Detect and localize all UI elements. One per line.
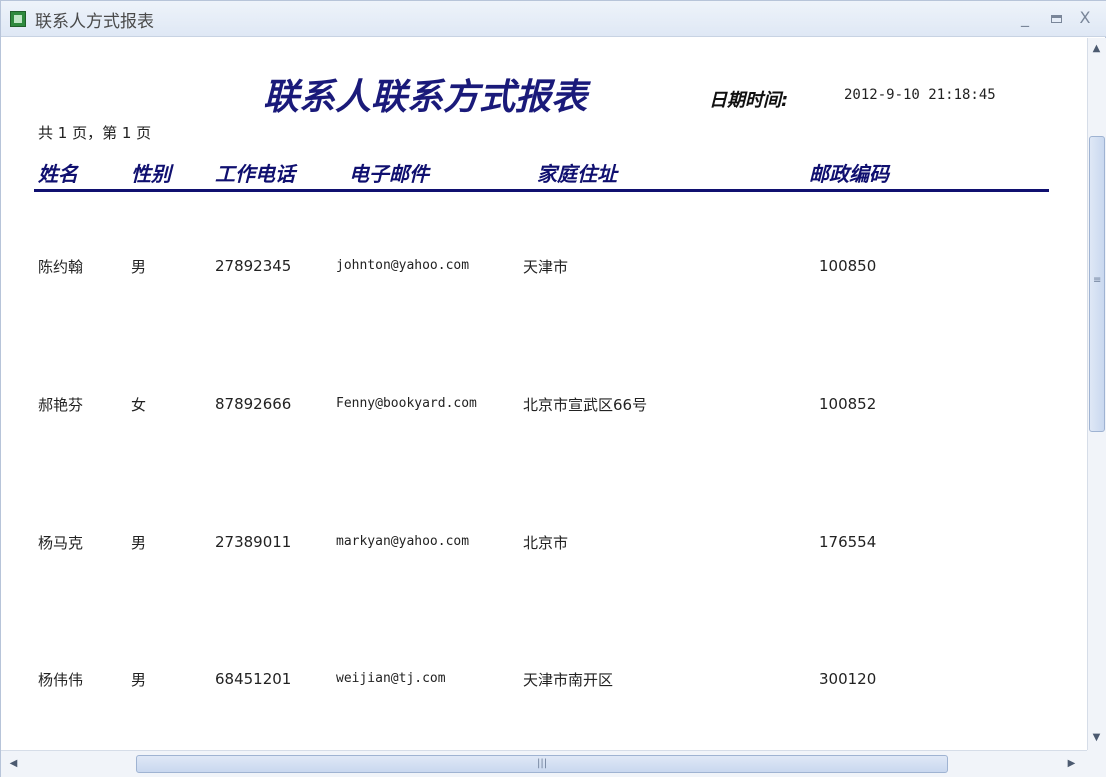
cell-phone: 68451201 <box>215 670 292 688</box>
window-title: 联系人方式报表 <box>35 12 154 32</box>
column-header-phone: 工作电话 <box>215 162 295 186</box>
minimize-button[interactable]: _ <box>1013 7 1037 29</box>
arrow-down-icon[interactable]: ▼ <box>1088 729 1105 746</box>
cell-phone: 27389011 <box>215 533 292 551</box>
report-window: 联系人方式报表 _ X 联系人联系方式报表 日期时间: 2012-9-10 21… <box>0 0 1106 777</box>
cell-zip: 100850 <box>819 257 877 275</box>
cell-phone: 27892345 <box>215 257 292 275</box>
column-header-email: 电子邮件 <box>349 162 429 186</box>
datetime-label: 日期时间: <box>709 90 789 111</box>
cell-zip: 176554 <box>819 533 877 551</box>
vertical-scrollbar[interactable]: ▲ ≡ ▼ <box>1087 38 1106 750</box>
cell-email: weijian@tj.com <box>336 671 446 686</box>
cell-name: 郝艳芬 <box>38 396 84 414</box>
cell-name: 杨伟伟 <box>38 671 84 689</box>
cell-zip: 300120 <box>819 670 877 688</box>
vertical-scroll-thumb[interactable]: ≡ <box>1089 136 1105 432</box>
datetime-value: 2012-9-10 21:18:45 <box>844 87 996 103</box>
cell-address: 天津市南开区 <box>523 671 614 689</box>
cell-phone: 87892666 <box>215 395 292 413</box>
close-button[interactable]: X <box>1073 7 1097 29</box>
cell-name: 杨马克 <box>38 534 84 552</box>
maximize-icon <box>1050 15 1062 23</box>
maximize-button[interactable] <box>1044 7 1068 29</box>
arrow-left-icon[interactable]: ◀ <box>5 755 22 772</box>
cell-gender: 女 <box>131 396 147 414</box>
arrow-up-icon[interactable]: ▲ <box>1088 40 1105 57</box>
cell-address: 北京市 <box>523 534 569 552</box>
grip-icon: ≡ <box>1093 275 1102 286</box>
cell-address: 北京市宣武区66号 <box>523 396 648 414</box>
cell-zip: 100852 <box>819 395 877 413</box>
cell-gender: 男 <box>131 534 147 552</box>
cell-email: Fenny@bookyard.com <box>336 396 477 411</box>
report-app-icon <box>10 11 26 27</box>
cell-gender: 男 <box>131 671 147 689</box>
column-header-gender: 性别 <box>131 162 171 186</box>
scroll-corner <box>1087 750 1106 777</box>
header-rule <box>34 189 1049 192</box>
cell-email: johnton@yahoo.com <box>336 258 470 273</box>
cell-email: markyan@yahoo.com <box>336 534 470 549</box>
arrow-right-icon[interactable]: ▶ <box>1063 755 1080 772</box>
column-header-name: 姓名 <box>38 162 78 186</box>
title-bar[interactable]: 联系人方式报表 _ X <box>1 1 1106 37</box>
report-canvas: 联系人联系方式报表 日期时间: 2012-9-10 21:18:45 共 1 页… <box>1 38 1087 750</box>
cell-name: 陈约翰 <box>38 258 84 276</box>
cell-address: 天津市 <box>523 258 569 276</box>
cell-gender: 男 <box>131 258 147 276</box>
report-title: 联系人联系方式报表 <box>263 76 588 118</box>
grip-icon: ||| <box>537 758 548 769</box>
column-header-zip: 邮政编码 <box>809 162 889 186</box>
column-header-address: 家庭住址 <box>537 162 617 186</box>
page-info: 共 1 页，第 1 页 <box>38 124 152 142</box>
horizontal-scroll-thumb[interactable]: ||| <box>136 755 948 773</box>
horizontal-scrollbar[interactable]: ◀ ||| ▶ <box>1 750 1087 777</box>
